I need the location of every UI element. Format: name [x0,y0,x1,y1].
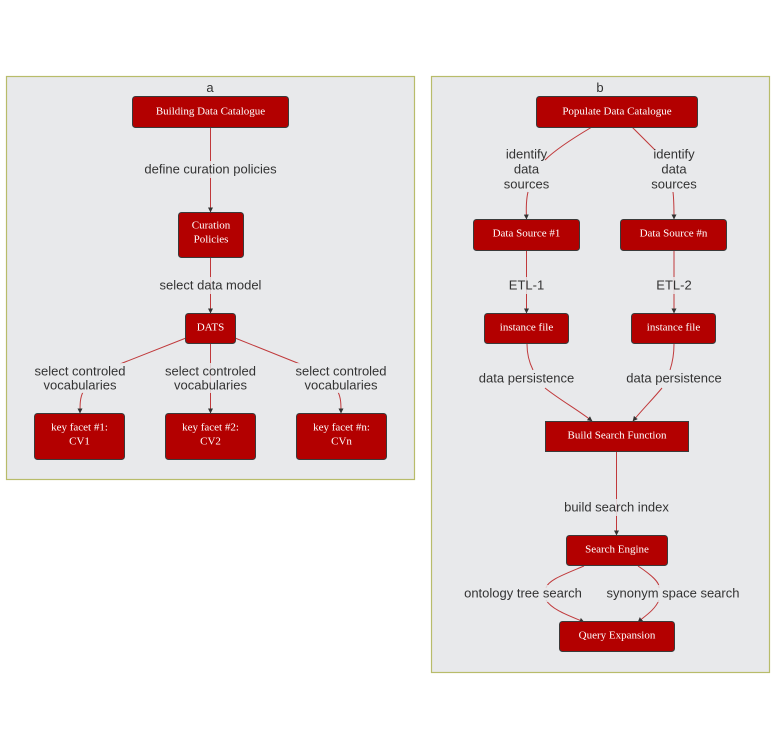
edge-label-select-data-model: select data model [159,277,263,294]
edge-label-select-cv-1: select controled vocabularies [33,363,127,393]
node-populate-data-catalogue[interactable]: Populate Data Catalogue [536,96,698,128]
node-label: CVn [331,436,352,448]
cluster-b-label: b [596,80,603,95]
edge-label-etl-2: ETL-2 [654,277,694,294]
edge-label-text: data [514,161,540,176]
node-label: instance file [500,322,554,334]
node-search-engine[interactable]: Search Engine [566,535,668,566]
node-data-source-1[interactable]: Data Source #1 [473,219,580,251]
edge-label-text: define curation policies [144,161,277,176]
node-label: instance file [647,322,701,334]
edge-label-text: ETL-2 [656,277,691,292]
edge-label-text: select data model [160,277,262,292]
edge-label-text: sources [504,176,550,191]
flowchart-diagram: a b define curation policies select data… [5,75,771,674]
cluster-a-label: a [206,80,214,95]
edge-label-build-index: build search index [563,499,671,516]
edge-label-select-cv-2: select controled vocabularies [164,363,258,393]
node-label: Data Source #1 [493,228,561,240]
edge-label-text: vocabularies [174,377,247,392]
node-dats[interactable]: DATS [185,313,236,344]
edge-label-persistence-2: data persistence [624,370,724,387]
node-label: CV2 [200,436,221,448]
node-label: key facet #2: [182,422,239,434]
edge-label-persistence-1: data persistence [477,370,577,387]
edge-label-ontology: ontology tree search [463,585,583,602]
edge-label-text: select controled [165,363,256,378]
node-label: Policies [194,234,229,246]
edge-label-text: data persistence [479,370,574,385]
node-label: Build Search Function [568,430,667,442]
node-label: Query Expansion [579,630,656,642]
node-data-source-n[interactable]: Data Source #n [620,219,727,251]
node-build-search-function[interactable]: Build Search Function [545,421,689,452]
node-label: Data Source #n [640,228,708,240]
node-key-facet-n[interactable]: key facet #n: CVn [296,413,387,460]
node-key-facet-2[interactable]: key facet #2: CV2 [165,413,256,460]
edge-label-text: select controled [34,363,125,378]
edge-label-text: data [661,161,687,176]
node-query-expansion[interactable]: Query Expansion [559,621,675,652]
edge-label-text: vocabularies [44,377,117,392]
edge-label-text: synonym space search [607,585,740,600]
node-label: Populate Data Catalogue [562,106,671,118]
node-label: Search Engine [585,544,649,556]
node-curation-policies[interactable]: Curation Policies [178,212,244,258]
node-label: DATS [197,322,225,334]
node-key-facet-1[interactable]: key facet #1: CV1 [34,413,125,460]
edge-label-synonym: synonym space search [605,585,741,602]
node-label: CV1 [69,436,90,448]
edge-label-text: identify [506,146,548,161]
node-instance-file-2[interactable]: instance file [631,313,716,344]
edge-label-text: sources [651,176,697,191]
node-label: key facet #1: [51,422,108,434]
node-label: key facet #n: [313,422,370,434]
node-instance-file-1[interactable]: instance file [484,313,569,344]
edge-label-text: ontology tree search [464,585,582,600]
edge-label-define-curation: define curation policies [144,161,278,178]
edge-label-text: identify [653,146,695,161]
edge-label-text: data persistence [626,370,721,385]
node-building-data-catalogue[interactable]: Building Data Catalogue [132,96,289,128]
edge-label-etl-1: ETL-1 [507,277,547,294]
edge-label-text: build search index [564,499,669,514]
node-label: Curation [192,220,231,232]
node-label: Building Data Catalogue [156,106,265,118]
edge-label-text: ETL-1 [509,277,544,292]
edge-label-select-cv-n: select controled vocabularies [294,363,388,393]
edge-label-text: select controled [295,363,386,378]
edge-label-text: vocabularies [305,377,378,392]
